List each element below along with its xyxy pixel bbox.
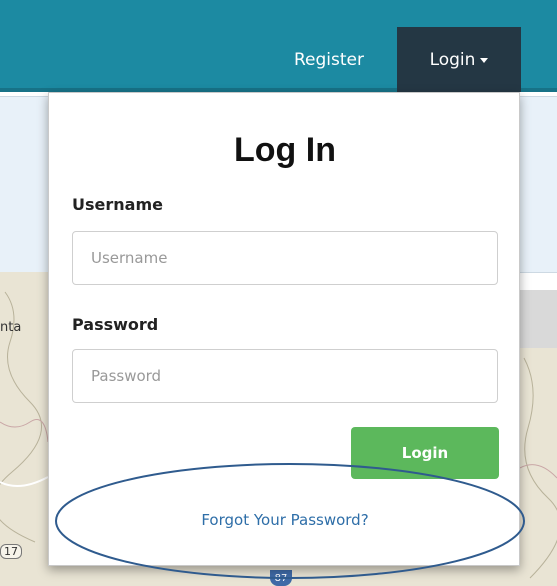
forgot-password-link[interactable]: Forgot Your Password? (49, 511, 521, 529)
top-navbar: Register Login (0, 0, 557, 92)
map-route-label: 17 (0, 544, 22, 559)
username-label: Username (72, 195, 163, 214)
nav-login-label: Login (429, 49, 476, 70)
login-title: Log In (234, 131, 336, 169)
password-label: Password (72, 315, 159, 334)
caret-down-icon (480, 58, 489, 63)
login-dropdown-panel: Log In Username Password Login Forgot Yo… (48, 92, 520, 566)
background-bar (520, 290, 557, 348)
login-submit-button[interactable]: Login (351, 427, 499, 479)
map-place-label: nta (0, 320, 22, 335)
password-input[interactable] (72, 349, 498, 403)
background-map (520, 348, 557, 586)
nav-register-link[interactable]: Register (270, 30, 388, 90)
nav-login-dropdown-toggle[interactable]: Login (397, 27, 521, 92)
interstate-shield-icon: 87 (270, 570, 292, 586)
background-panel (0, 96, 48, 273)
background-panel (520, 96, 557, 273)
username-input[interactable] (72, 231, 498, 285)
